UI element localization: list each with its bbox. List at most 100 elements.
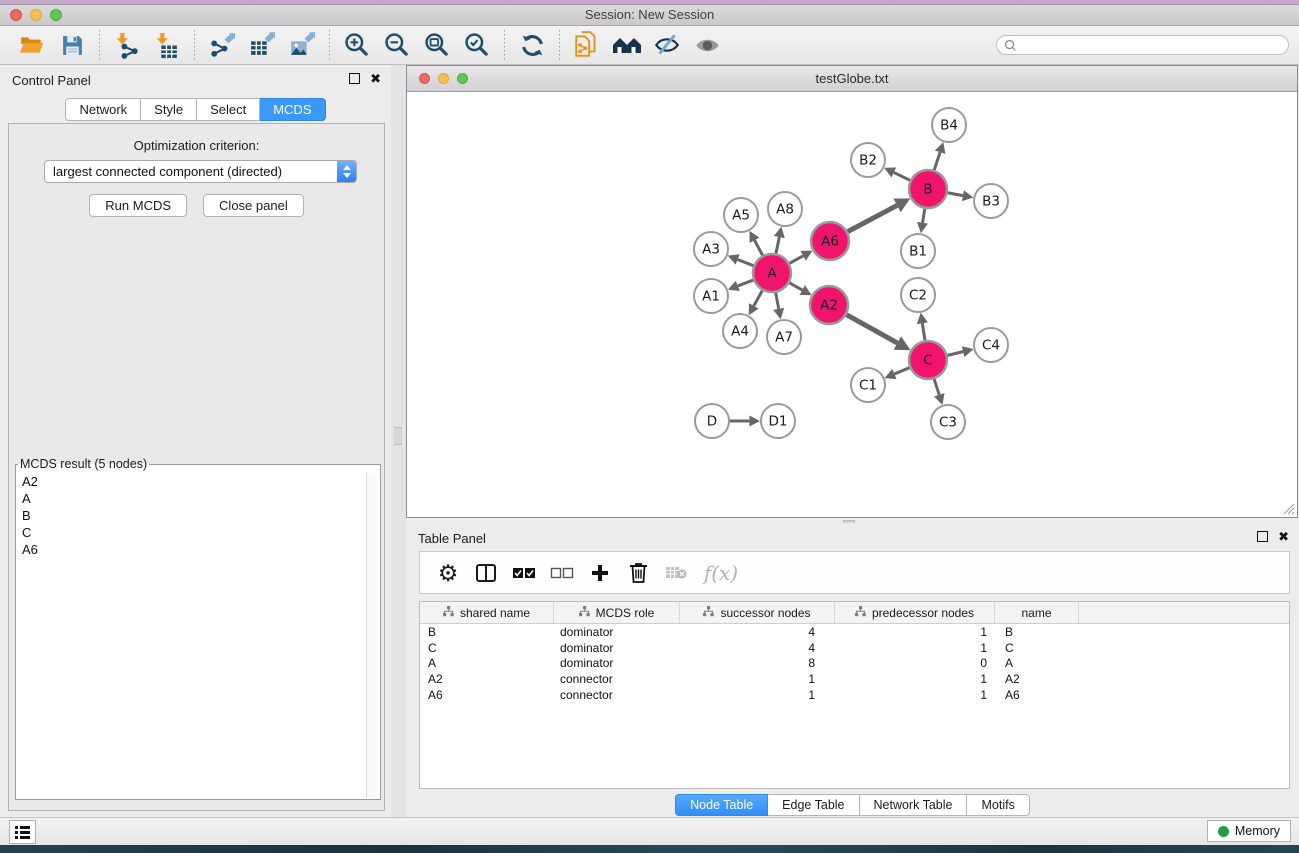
cell-predecessor-nodes[interactable]: 1 (835, 641, 995, 655)
float-table-panel-icon[interactable] (1257, 531, 1268, 542)
run-mcds-button[interactable]: Run MCDS (89, 194, 187, 217)
panel-split-divider[interactable] (391, 65, 406, 817)
node-C[interactable]: C (909, 341, 947, 379)
eye-icon[interactable] (692, 30, 722, 60)
close-table-panel-icon[interactable]: ✖ (1278, 531, 1289, 542)
close-panel-icon[interactable]: ✖ (370, 73, 381, 84)
column-header-name[interactable]: name (995, 602, 1079, 623)
edge-B-B3[interactable] (948, 193, 963, 196)
divider-grip[interactable] (394, 427, 402, 445)
cell-successor-nodes[interactable]: 1 (680, 672, 835, 686)
criterion-dropdown[interactable]: largest connected component (directed) (44, 160, 357, 183)
session-file-icon[interactable] (572, 30, 602, 60)
tab-mcds[interactable]: MCDS (260, 98, 325, 121)
tab-network[interactable]: Network (65, 98, 141, 121)
table-row[interactable]: Cdominator41C (420, 640, 1289, 656)
resize-grip-icon[interactable] (1283, 503, 1295, 515)
result-item[interactable]: B (17, 507, 366, 524)
home-network-icon[interactable] (612, 30, 642, 60)
node-C3[interactable]: C3 (931, 405, 965, 439)
cell-shared-name[interactable]: A (420, 656, 554, 670)
refresh-icon[interactable] (517, 30, 547, 60)
cell-MCDS-role[interactable]: dominator (554, 641, 680, 655)
column-header-shared-name[interactable]: shared name (420, 602, 554, 623)
column-header-successor-nodes[interactable]: successor nodes (680, 602, 835, 623)
node-D1[interactable]: D1 (761, 404, 795, 438)
cell-shared-name[interactable]: B (420, 625, 554, 639)
cell-name[interactable]: A (995, 656, 1079, 670)
cell-predecessor-nodes[interactable]: 0 (835, 656, 995, 670)
cell-name[interactable]: A2 (995, 672, 1079, 686)
cell-shared-name[interactable]: A2 (420, 672, 554, 686)
result-item[interactable]: A (17, 490, 366, 507)
network-window-titlebar[interactable]: testGlobe.txt (407, 66, 1297, 92)
edge-A-A4[interactable] (754, 291, 763, 306)
node-A4[interactable]: A4 (723, 314, 757, 348)
close-panel-button[interactable]: Close panel (203, 194, 304, 217)
import-network-icon[interactable] (112, 30, 142, 60)
table-options-gear-icon[interactable]: ⚙ (434, 559, 462, 587)
edge-C-C3[interactable] (934, 379, 939, 395)
cell-predecessor-nodes[interactable]: 1 (835, 625, 995, 639)
node-C1[interactable]: C1 (851, 368, 885, 402)
edge-A-A3[interactable] (738, 259, 754, 265)
zoom-selected-icon[interactable] (462, 30, 492, 60)
node-B2[interactable]: B2 (851, 143, 885, 177)
edge-A-A8[interactable] (776, 237, 779, 253)
float-panel-icon[interactable] (349, 73, 360, 84)
cell-name[interactable]: C (995, 641, 1079, 655)
zoom-out-icon[interactable] (382, 30, 412, 60)
save-session-icon[interactable] (57, 30, 87, 60)
node-A8[interactable]: A8 (768, 192, 802, 226)
edge-C-C1[interactable] (894, 368, 909, 374)
tab-node-table[interactable]: Node Table (675, 794, 768, 816)
export-network-icon[interactable] (207, 30, 237, 60)
cell-shared-name[interactable]: A6 (420, 688, 554, 702)
tab-select[interactable]: Select (197, 98, 260, 121)
column-header-MCDS-role[interactable]: MCDS role (554, 602, 680, 623)
export-table-icon[interactable] (247, 30, 277, 60)
cell-shared-name[interactable]: C (420, 641, 554, 655)
cell-MCDS-role[interactable]: dominator (554, 656, 680, 670)
tab-network-table[interactable]: Network Table (860, 794, 968, 816)
node-A2[interactable]: A2 (810, 286, 848, 324)
edge-A6-B[interactable] (848, 205, 897, 231)
cell-successor-nodes[interactable]: 4 (680, 625, 835, 639)
edge-B-B1[interactable] (923, 209, 925, 223)
column-selector-icon[interactable] (472, 559, 500, 587)
delete-table-icon[interactable] (662, 559, 690, 587)
edge-A-A7[interactable] (776, 293, 779, 309)
zoom-in-icon[interactable] (342, 30, 372, 60)
zoom-fit-icon[interactable] (422, 30, 452, 60)
cell-predecessor-nodes[interactable]: 1 (835, 672, 995, 686)
cell-successor-nodes[interactable]: 8 (680, 656, 835, 670)
network-graph[interactable]: B4B2BB3A5A8A6A3B1AC2A1A2A4A7C4CC1DD1C3 (407, 92, 1297, 518)
hide-eye-icon[interactable] (652, 30, 682, 60)
column-header-predecessor-nodes[interactable]: predecessor nodes (835, 602, 995, 623)
open-session-icon[interactable] (17, 30, 47, 60)
node-A[interactable]: A (753, 254, 791, 292)
node-B3[interactable]: B3 (974, 184, 1008, 218)
cell-MCDS-role[interactable]: connector (554, 688, 680, 702)
network-canvas[interactable]: B4B2BB3A5A8A6A3B1AC2A1A2A4A7C4CC1DD1C3 (407, 92, 1297, 517)
cell-successor-nodes[interactable]: 1 (680, 688, 835, 702)
edge-A2-C[interactable] (846, 315, 897, 343)
edge-A-A6[interactable] (790, 256, 804, 264)
delete-column-icon[interactable] (624, 559, 652, 587)
result-scrollbar[interactable] (366, 473, 379, 798)
result-item[interactable]: A2 (17, 473, 366, 490)
cell-MCDS-role[interactable]: connector (554, 672, 680, 686)
result-item[interactable]: A6 (17, 541, 366, 558)
export-image-icon[interactable] (287, 30, 317, 60)
import-table-icon[interactable] (152, 30, 182, 60)
edge-C-C4[interactable] (947, 352, 963, 356)
edge-B-B4[interactable] (934, 152, 940, 170)
cell-successor-nodes[interactable]: 4 (680, 641, 835, 655)
node-B1[interactable]: B1 (901, 234, 935, 268)
task-history-button[interactable] (9, 820, 36, 844)
tab-motifs[interactable]: Motifs (967, 794, 1029, 816)
node-C2[interactable]: C2 (901, 278, 935, 312)
select-all-icon[interactable] (510, 559, 538, 587)
tab-style[interactable]: Style (141, 98, 197, 121)
cell-predecessor-nodes[interactable]: 1 (835, 688, 995, 702)
